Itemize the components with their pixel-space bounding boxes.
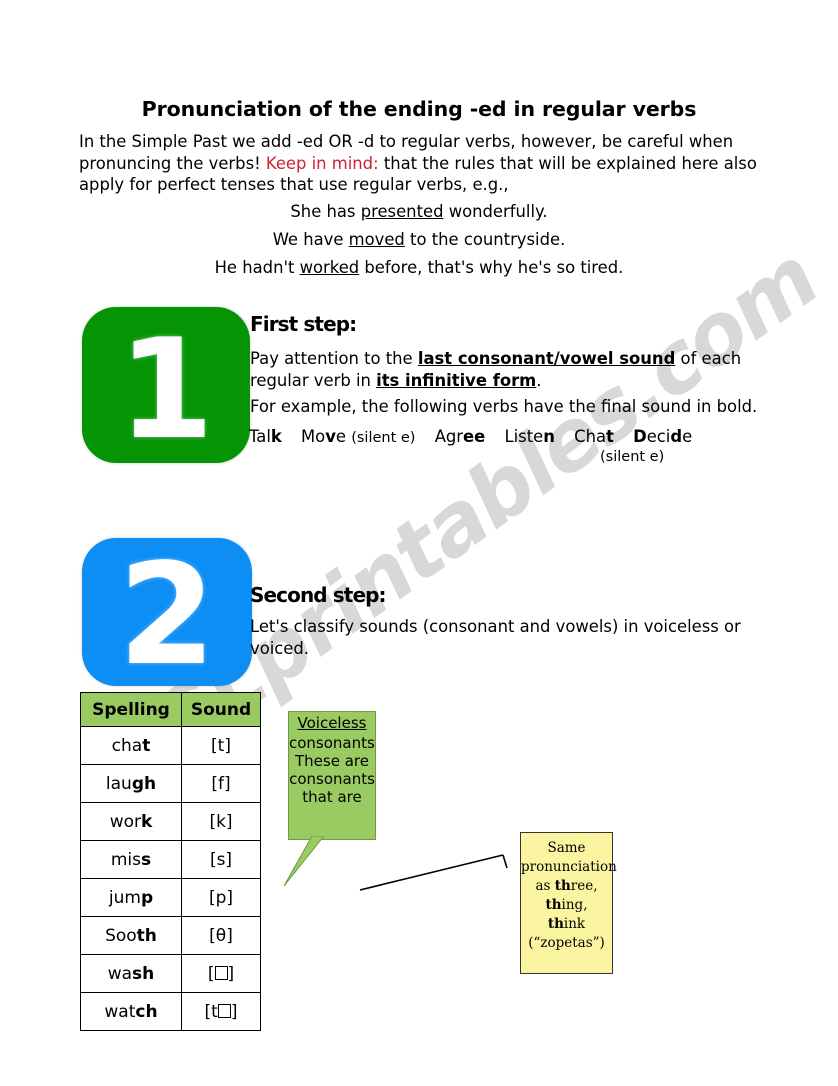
table-row: wash [] (80, 954, 261, 993)
voiceless-callout-title: Voiceless (297, 714, 367, 732)
step-2-heading: Second step: (250, 583, 387, 607)
example-2-after: to the countryside. (404, 230, 566, 249)
intro-highlight: Keep in mind: (265, 153, 379, 173)
verb-example-talk: Talk (249, 427, 282, 446)
cell-sound: [k] (181, 802, 261, 841)
table-row: jump [p] (80, 878, 261, 917)
verb-example-move: Move (silent e) (301, 427, 416, 446)
example-2-before: We have (272, 230, 349, 249)
table-row: laugh [f] (80, 764, 261, 803)
worksheet-page: ESLprintables.com Pronunciation of the e… (0, 0, 838, 1086)
cell-sound: [θ] (181, 916, 261, 955)
table-row: miss [s] (80, 840, 261, 879)
note-line-5: think (547, 916, 586, 932)
example-sentence-3: He hadn't worked before, that's why he's… (0, 257, 838, 278)
table-header-row: Spelling Sound (80, 692, 261, 727)
missing-glyph-box (217, 1003, 231, 1018)
note-line-3: as three, (535, 878, 598, 894)
verb-example-listen: Listen (504, 427, 555, 446)
cell-spelling: Sooth (80, 916, 182, 955)
example-3-after: before, that's why he's so tired. (359, 258, 624, 277)
table-header-sound: Sound (181, 692, 261, 727)
example-1-before: She has (290, 202, 361, 221)
s1p1-bold-2: its infinitive form (376, 371, 537, 390)
step-1-number: 1 (117, 309, 215, 470)
cell-sound: [] (181, 954, 261, 993)
cell-sound: [f] (181, 764, 261, 803)
step-1-badge: 1 (82, 307, 250, 463)
table-body: chat [t] laugh [f] work [k] miss [s] jum… (80, 726, 261, 1031)
verb-example-chat: Chat (574, 427, 614, 446)
example-1-after: wonderfully. (443, 202, 548, 221)
page-title: Pronunciation of the ending -ed in regul… (141, 97, 697, 121)
intro-paragraph: In the Simple Past we add -ed OR -d to r… (79, 131, 763, 196)
table-header-spelling: Spelling (80, 692, 182, 727)
example-2-underlined: moved (348, 230, 405, 249)
verb-example-decide: Decide (633, 427, 693, 446)
cell-sound: [t] (181, 726, 261, 765)
step-1-paragraph-1: Pay attention to the last consonant/vowe… (250, 348, 760, 392)
step-1-heading: First step: (250, 312, 357, 336)
cell-spelling: laugh (80, 764, 182, 803)
spelling-sound-table: Spelling Sound chat [t] laugh [f] work [… (80, 692, 261, 1031)
table-row: watch [t] (80, 992, 261, 1031)
table-row: chat [t] (80, 726, 261, 765)
pronunciation-note: Same pronunciation as three, thing, thin… (520, 832, 617, 974)
silent-e-note: (silent e) (600, 449, 665, 465)
cell-spelling: watch (80, 992, 182, 1031)
missing-glyph-box (214, 965, 228, 980)
example-sentence-1: She has presented wonderfully. (0, 201, 838, 222)
example-3-underlined: worked (299, 258, 360, 277)
cell-spelling: miss (80, 840, 182, 879)
s1p1-bold-1: last consonant/vowel sound (417, 349, 676, 368)
s1p1-a: Pay attention to the (250, 349, 418, 368)
example-sentence-2: We have moved to the countryside. (0, 229, 838, 250)
table-row: work [k] (80, 802, 261, 841)
note-line-2: pronunciation (521, 859, 617, 875)
step-2-number: 2 (118, 534, 216, 697)
cell-spelling: jump (80, 878, 182, 917)
cell-sound: [t] (181, 992, 261, 1031)
step-2-badge: 2 (82, 538, 252, 686)
step-2-paragraph-1: Let's classify sounds (consonant and vow… (250, 617, 741, 658)
step-1-paragraph-2: For example, the following verbs have th… (250, 397, 758, 416)
note-line-1: Same (547, 840, 586, 856)
verb-example-agree: Agree (434, 427, 486, 446)
cell-spelling: chat (80, 726, 182, 765)
verb-examples-list: Talk Move (silent e) Agree Listen Chat D… (249, 427, 769, 446)
callout-tail (283, 836, 325, 887)
table-row: Sooth [θ] (80, 916, 261, 955)
cell-sound: [s] (181, 840, 261, 879)
voiceless-callout-body: consonants: These are consonants that ar… (289, 734, 376, 806)
s1p1-c: . (536, 371, 542, 390)
example-1-underlined: presented (360, 202, 444, 221)
cell-sound: [p] (181, 878, 261, 917)
cell-spelling: work (80, 802, 182, 841)
note-line-4: thing, (545, 897, 588, 913)
note-line-6: (“zopetas”) (528, 935, 605, 951)
connector-arrow (359, 854, 508, 891)
example-3-before: He hadn't (214, 258, 300, 277)
cell-spelling: wash (80, 954, 182, 993)
voiceless-callout: Voiceless consonants: These are consonant… (288, 711, 376, 840)
